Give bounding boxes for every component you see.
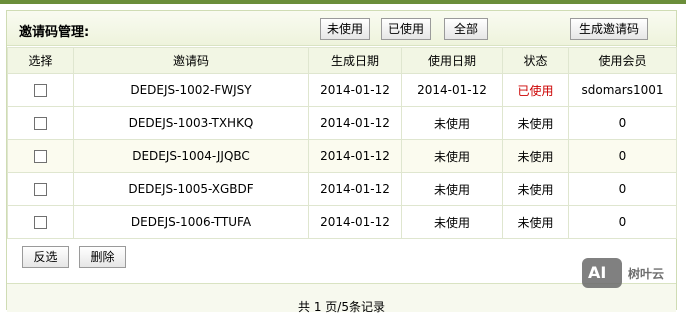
created-date: 2014-01-12 [308, 205, 402, 239]
invite-code: DEDEJS-1006-TTUFA [73, 205, 309, 239]
page-title: 邀请码管理: [19, 25, 90, 40]
column-header-status: 状态 [502, 47, 569, 74]
column-header-created-date: 生成日期 [308, 47, 402, 74]
column-header-member: 使用会员 [568, 47, 677, 74]
row-checkbox[interactable] [34, 216, 47, 229]
column-header-used-date: 使用日期 [401, 47, 503, 74]
used-date: 未使用 [401, 205, 503, 239]
member: 0 [568, 205, 677, 239]
row-checkbox[interactable] [34, 84, 47, 97]
table-row: DEDEJS-1005-XGBDF 2014-01-12 未使用 未使用 0 [7, 172, 677, 206]
invert-selection-button[interactable]: 反选 [22, 246, 69, 268]
column-header-select: 选择 [7, 47, 74, 74]
used-date: 未使用 [401, 139, 503, 173]
created-date: 2014-01-12 [308, 172, 402, 206]
table-row: DEDEJS-1006-TTUFA 2014-01-12 未使用 未使用 0 [7, 205, 677, 239]
filter-all-button[interactable]: 全部 [444, 18, 488, 40]
select-cell [7, 139, 74, 173]
filter-used-button[interactable]: 已使用 [381, 18, 431, 40]
created-date: 2014-01-12 [308, 139, 402, 173]
generate-invite-code-button[interactable]: 生成邀请码 [570, 18, 648, 40]
invite-code: DEDEJS-1004-JJQBC [73, 139, 309, 173]
watermark-logo: AI 树叶云 [582, 258, 682, 292]
column-header-code: 邀请码 [73, 47, 309, 74]
invite-code: DEDEJS-1002-FWJSY [73, 73, 309, 107]
member: 0 [568, 139, 677, 173]
pagination-bar: 共 1 页/5条记录 [7, 283, 676, 314]
row-checkbox[interactable] [34, 117, 47, 130]
invite-code: DEDEJS-1003-TXHKQ [73, 106, 309, 140]
status: 未使用 [502, 139, 569, 173]
created-date: 2014-01-12 [308, 73, 402, 107]
select-cell [7, 172, 74, 206]
select-cell [7, 73, 74, 107]
row-checkbox[interactable] [34, 150, 47, 163]
watermark-brand: 树叶云 [628, 267, 665, 281]
member: 0 [568, 172, 677, 206]
status: 未使用 [502, 106, 569, 140]
select-cell [7, 205, 74, 239]
created-date: 2014-01-12 [308, 106, 402, 140]
row-checkbox[interactable] [34, 183, 47, 196]
filter-unused-button[interactable]: 未使用 [320, 18, 370, 40]
member: sdomars1001 [568, 73, 677, 107]
ai-logo-icon: AI [582, 258, 622, 288]
select-cell [7, 106, 74, 140]
status: 已使用 [502, 73, 569, 107]
panel-header: 邀请码管理: 未使用 已使用 全部 生成邀请码 [7, 11, 676, 46]
invite-code: DEDEJS-1005-XGBDF [73, 172, 309, 206]
invite-code-panel: 邀请码管理: 未使用 已使用 全部 生成邀请码 选择 邀请码 生成日期 使用日期… [6, 10, 677, 314]
used-date: 2014-01-12 [401, 73, 503, 107]
status: 未使用 [502, 205, 569, 239]
table-row: DEDEJS-1003-TXHKQ 2014-01-12 未使用 未使用 0 [7, 106, 677, 140]
delete-button[interactable]: 删除 [79, 246, 126, 268]
top-accent-strip [0, 0, 686, 4]
invite-code-table: 选择 邀请码 生成日期 使用日期 状态 使用会员 DEDEJS-1002-FWJ… [7, 47, 677, 239]
used-date: 未使用 [401, 106, 503, 140]
watermark-logo-text: AI [588, 263, 607, 282]
pagination-summary: 共 1 页/5条记录 [298, 300, 385, 314]
table-row: DEDEJS-1002-FWJSY 2014-01-12 2014-01-12 … [7, 73, 677, 107]
member: 0 [568, 106, 677, 140]
used-date: 未使用 [401, 172, 503, 206]
table-row: DEDEJS-1004-JJQBC 2014-01-12 未使用 未使用 0 [7, 139, 677, 173]
table-header-row: 选择 邀请码 生成日期 使用日期 状态 使用会员 [7, 47, 677, 74]
status: 未使用 [502, 172, 569, 206]
